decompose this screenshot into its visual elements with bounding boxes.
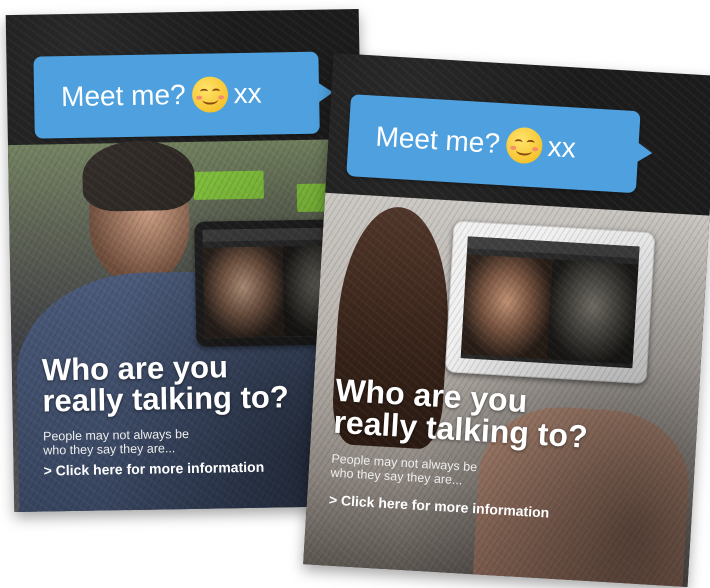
monster-face-image <box>546 259 639 365</box>
person-hair <box>81 139 196 212</box>
bubble-text: Meet me? <box>60 78 186 113</box>
smiling-face-icon <box>191 76 228 113</box>
background-decor <box>193 170 264 200</box>
chat-bubble: Meet me? xx <box>346 94 641 194</box>
tablet-screen <box>460 236 640 369</box>
bubble-suffix: xx <box>233 77 262 110</box>
bubble-text: Meet me? <box>374 120 501 160</box>
headline-line-2: really talking to? <box>42 379 290 419</box>
chat-bubble: Meet me? xx <box>33 51 320 139</box>
headline: Who are you really talking to? <box>42 349 290 419</box>
subtext: People may not always be who they say th… <box>43 427 189 458</box>
boy-face-image <box>460 254 553 360</box>
subtext-line-2: who they say they are... <box>43 441 176 458</box>
tablet-device <box>444 220 656 385</box>
headline: Who are you really talking to? <box>333 372 591 455</box>
poster-right: Meet me? xx Who are you really talking t… <box>303 53 710 587</box>
girl-face-image <box>202 246 284 338</box>
smiling-face-icon <box>504 126 543 165</box>
bubble-suffix: xx <box>546 130 577 164</box>
